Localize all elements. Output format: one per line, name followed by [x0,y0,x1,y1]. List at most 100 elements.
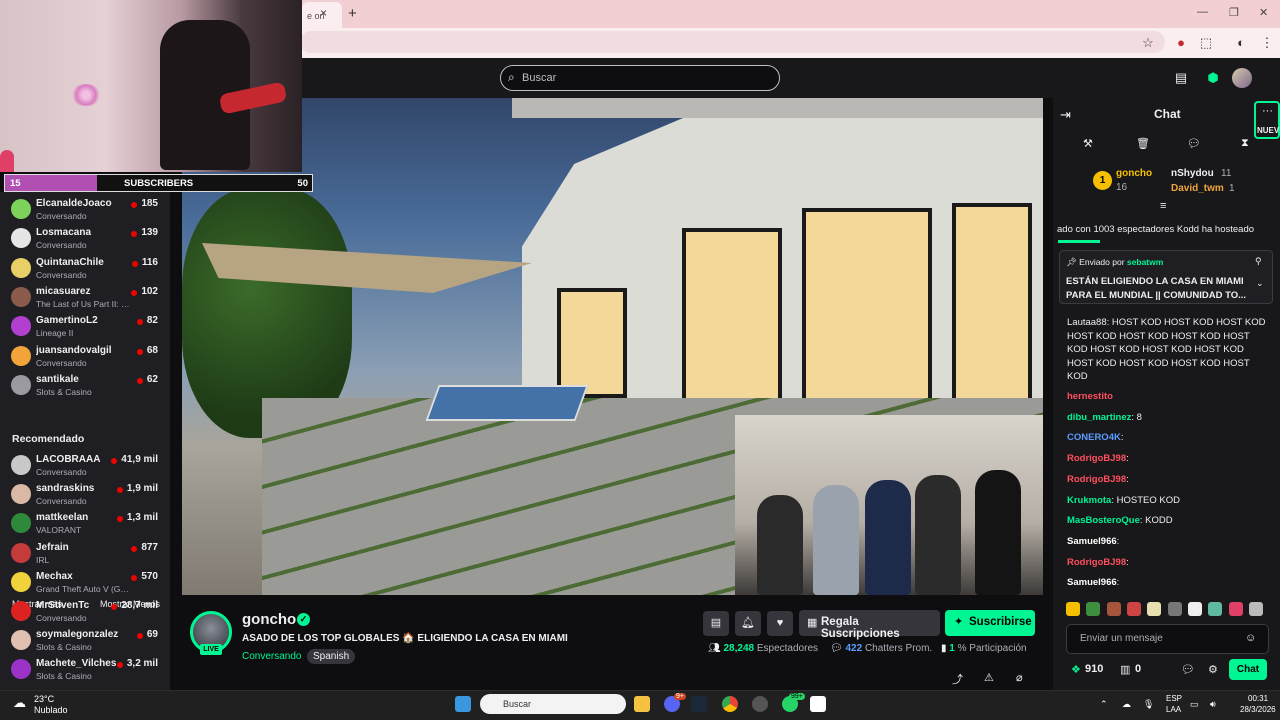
channel-name[interactable]: goncho [242,611,296,628]
sidebar-channel-recommended-6[interactable]: soymalegonzalez Slots & Casino 69 [0,627,170,656]
minimize-icon[interactable]: — [1197,6,1208,18]
mod-hammer-icon[interactable]: ⚒ [1083,137,1093,150]
chat-bubble-icon[interactable]: 💬︎ [1187,137,1201,150]
channel-points-icon[interactable]: ❖ [1071,663,1081,676]
chat-username[interactable]: RodrigoBJ98 [1067,557,1126,568]
chat-username[interactable]: RodrigoBJ98 [1067,453,1126,464]
chat-message[interactable]: Krukmota: HOSTEO KOD [1067,495,1180,506]
chat-username[interactable]: MasBosteroQue [1067,515,1140,526]
chat-message[interactable]: Samuel966: [1067,536,1119,547]
sidebar-channel-followed-1[interactable]: Losmacana Conversando 139 [0,225,170,254]
emote[interactable] [1066,602,1080,616]
emote[interactable] [1147,602,1162,616]
emote[interactable] [1188,602,1203,616]
chat-username[interactable]: RodrigoBJ98 [1067,474,1126,485]
follow-button[interactable]: ♥ [767,611,793,636]
emote[interactable] [1086,602,1101,616]
chat-message[interactable]: RodrigoBJ98: [1067,557,1129,568]
sidebar-channel-followed-5[interactable]: juansandovalgil Conversando 68 [0,343,170,372]
emote[interactable] [1208,602,1223,616]
network-icon[interactable]: ▭ [1190,699,1199,710]
chat-username[interactable]: Krukmota [1067,495,1111,506]
chat-options-button[interactable]: ··· NUEV [1254,101,1280,139]
sidebar-channel-recommended-1[interactable]: sandraskins Conversando 1,9 mil [0,481,170,510]
app-icon[interactable] [810,696,826,712]
language-top[interactable]: ESP [1166,694,1182,703]
report-icon[interactable]: ⚠ [984,671,994,684]
chat-username[interactable]: dibu_martinez [1067,412,1131,423]
chat-message[interactable]: MasBosteroQue: KODD [1067,515,1173,526]
kick-icon[interactable]: ⬢ [1204,69,1222,87]
trash-icon[interactable]: 🗑︎ [1136,137,1150,150]
address-bar[interactable] [300,31,1165,53]
notification-button[interactable]: 🔔︎ [735,611,761,636]
extensions-puzzle-icon[interactable]: ⬚ [1198,35,1214,51]
gift-subs-button[interactable]: Regala Suscripciones [799,610,940,640]
clip-button[interactable]: ▤ [703,611,729,636]
language-tag[interactable]: Spanish [307,649,356,664]
taskbar-search[interactable] [480,694,626,714]
file-explorer-icon[interactable] [634,696,650,712]
emote[interactable] [1228,602,1243,616]
video-player[interactable] [182,98,1043,595]
tab-close-icon[interactable]: × [320,6,327,20]
chat-bubble-icon[interactable]: 💬︎ [1181,663,1195,676]
sidebar-channel-recommended-3[interactable]: Jefrain IRL 877 [0,540,170,569]
start-windows-icon[interactable] [455,696,471,712]
sidebar-channel-recommended-5[interactable]: MrStivenTc Conversando 28,7 mil [0,598,170,627]
steam-icon[interactable] [691,696,707,712]
chat-username[interactable]: CONERO4K [1067,432,1121,443]
chat-username[interactable]: Samuel966 [1067,536,1117,547]
share-icon[interactable]: ⤴ [952,671,963,687]
emoji-icon[interactable]: ☺ [1245,632,1256,644]
tray-chevron-icon[interactable]: ⌃ [1100,699,1108,710]
drops-icon[interactable]: ▥ [1120,663,1130,676]
clock-time[interactable]: 00:31 [1248,694,1268,703]
user-avatar[interactable] [1232,68,1252,88]
hourglass-icon[interactable]: ⧗ [1241,137,1249,150]
chat-message[interactable]: dibu_martinez: 8 [1067,412,1142,423]
inbox-icon[interactable]: ▤ [1172,69,1190,87]
onedrive-icon[interactable]: ☁ [1122,699,1131,710]
settings-gear-icon[interactable]: ⚙ [1208,663,1218,676]
sidebar-channel-recommended-4[interactable]: Mechax Grand Theft Auto V (GTA V) 570 [0,569,170,598]
sidebar-channel-followed-0[interactable]: ElcanaldeJoaco Conversando 185 [0,196,170,225]
sidebar-channel-followed-6[interactable]: santikale Slots & Casino 62 [0,372,170,401]
chat-message[interactable]: Samuel966: [1067,577,1119,588]
volume-icon[interactable]: 🔊︎ [1210,699,1216,710]
leader-first-name[interactable]: goncho [1116,168,1152,179]
new-tab-button[interactable]: + [348,5,357,22]
emote[interactable] [1106,602,1121,616]
app-icon[interactable] [752,696,768,712]
browser-menu-icon[interactable]: ⋮ [1259,35,1275,51]
chat-message[interactable]: CONERO4K: [1067,432,1123,443]
emote[interactable] [1127,602,1142,616]
mute-icon[interactable]: ⌀ [1016,671,1023,684]
profile-icon[interactable]: ◐ [1233,35,1249,51]
bookmark-star-icon[interactable]: ☆ [1140,35,1156,51]
extension-icon[interactable]: ● [1173,35,1189,51]
close-window-icon[interactable]: ✕ [1259,6,1268,19]
chat-message[interactable]: hernestito [1067,391,1113,402]
leader-third-name[interactable]: David_twm [1171,183,1224,194]
sidebar-channel-recommended-7[interactable]: Machete_Vilches Slots & Casino 3,2 mil [0,656,170,685]
chat-username[interactable]: Samuel966 [1067,577,1117,588]
collapse-chat-icon[interactable]: ⇥ [1060,107,1071,123]
chat-message[interactable]: RodrigoBJ98: [1067,453,1129,464]
expand-leaderboard-icon[interactable]: ≡ [1160,200,1166,212]
sidebar-channel-recommended-0[interactable]: LACOBRAAA Conversando 41,9 mil [0,452,170,481]
maximize-icon[interactable]: ❐ [1229,6,1239,19]
sidebar-channel-followed-3[interactable]: micasuarezThe Last of Us Part II: Remast… [0,284,170,313]
emote[interactable] [1167,602,1182,616]
leader-second-name[interactable]: nShydou [1171,168,1214,179]
weather-temp[interactable]: 23°C [34,694,54,704]
chat-message[interactable]: RodrigoBJ98: [1067,474,1129,485]
chrome-icon[interactable] [722,696,738,712]
stream-category[interactable]: Conversando [242,651,301,662]
sidebar-channel-followed-4[interactable]: GamertinoL2 Lineage II 82 [0,313,170,342]
microphone-icon[interactable]: 🎙︎ [1143,699,1154,710]
chat-send-button[interactable]: Chat [1229,659,1267,680]
chat-username[interactable]: hernestito [1067,391,1113,402]
sidebar-channel-followed-2[interactable]: QuintanaChile Conversando 116 [0,255,170,284]
chevron-down-icon[interactable]: ⌄ [1256,278,1264,289]
